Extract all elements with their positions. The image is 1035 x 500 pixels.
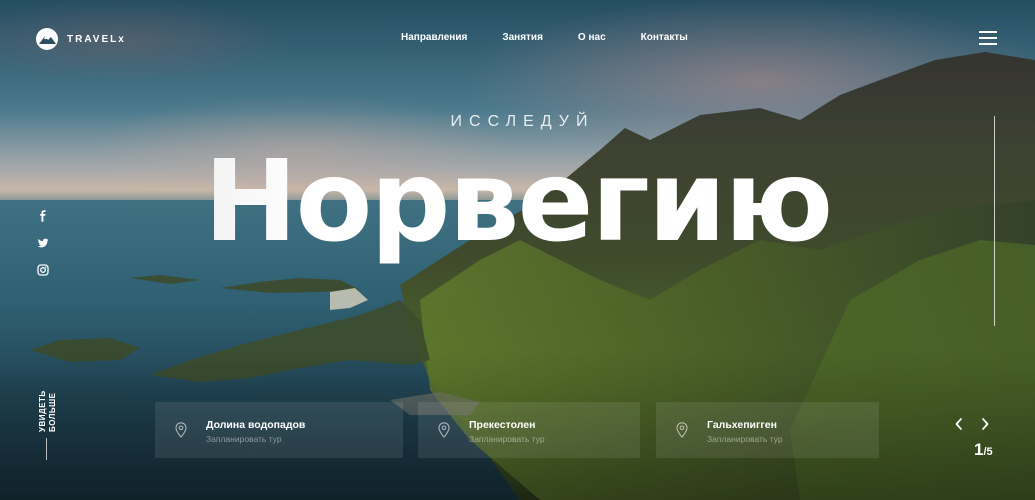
location-pin-icon [438, 422, 450, 438]
hero-subtitle: ИССЛЕДУЙ [450, 113, 595, 130]
burger-line [979, 37, 997, 39]
destination-card-preikestolen[interactable]: Прекестолен Запланировать тур [418, 402, 640, 458]
brand-name: TRAVELx [67, 33, 126, 45]
plan-tour-link[interactable]: Запланировать тур [707, 434, 783, 444]
instagram-icon[interactable] [37, 264, 49, 276]
nav-item-contacts[interactable]: Контакты [641, 32, 688, 43]
see-more-divider [46, 438, 47, 460]
burger-line [979, 31, 997, 33]
chevron-left-icon[interactable] [953, 417, 965, 431]
nav-item-destinations[interactable]: Направления [401, 32, 467, 43]
slide-counter: 1/5 [974, 440, 993, 460]
menu-hamburger-icon[interactable] [979, 31, 997, 45]
plan-tour-link[interactable]: Запланировать тур [206, 434, 282, 444]
destination-title: Прекестолен [469, 419, 536, 431]
hero-headline: Норвегию [0, 132, 1035, 272]
nav-item-activities[interactable]: Занятия [502, 32, 543, 43]
main-nav: Направления Занятия О нас Контакты [401, 32, 688, 43]
slide-progress-line [994, 116, 995, 326]
mountain-logo-icon [36, 28, 58, 50]
burger-line [979, 43, 997, 45]
nav-item-about[interactable]: О нас [578, 32, 606, 43]
destination-card-galdhopiggen[interactable]: Гальхепигген Запланировать тур [656, 402, 879, 458]
destination-title: Долина водопадов [206, 419, 306, 431]
location-pin-icon [175, 422, 187, 438]
chevron-right-icon[interactable] [979, 417, 991, 431]
social-links [37, 210, 49, 291]
slide-total: 5 [986, 446, 993, 458]
see-more-link[interactable]: УВИДЕТЬ БОЛЬШЕ [38, 382, 58, 432]
destination-card-waterfall-valley[interactable]: Долина водопадов Запланировать тур [155, 402, 403, 458]
brand-logo[interactable]: TRAVELx [36, 28, 126, 50]
twitter-icon[interactable] [37, 237, 49, 249]
location-pin-icon [676, 422, 688, 438]
facebook-icon[interactable] [37, 210, 49, 222]
plan-tour-link[interactable]: Запланировать тур [469, 434, 545, 444]
destination-title: Гальхепигген [707, 419, 777, 431]
